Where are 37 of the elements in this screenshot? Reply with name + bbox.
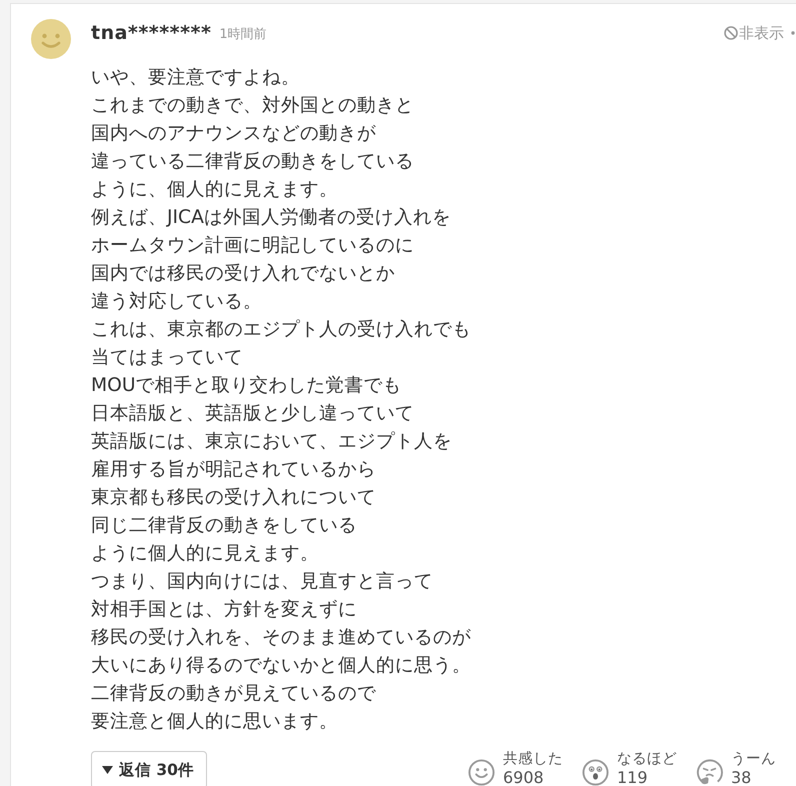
comment-line: ホームタウン計画に明記しているのに xyxy=(91,234,414,258)
comment-line: 大いにあり得るのでないかと個人的に思う。 xyxy=(91,654,471,678)
comment-line: いや、要注意ですよね。 xyxy=(91,66,300,90)
comment-line: 二律背反の動きが見えているので xyxy=(91,682,376,706)
dot-icon[interactable] xyxy=(791,31,795,35)
caret-icon xyxy=(102,766,113,774)
username: tna******** xyxy=(91,22,212,44)
reaction-button[interactable]: 共感した 6908 xyxy=(468,751,563,786)
comment-line: 雇用する旨が明記されているから xyxy=(91,458,376,482)
post-time: 1時間前 xyxy=(219,26,267,43)
comment-line: 東京都も移民の受け入れについて xyxy=(91,486,376,510)
comment-line: 要注意と個人的に思います。 xyxy=(91,710,338,734)
surprised-face-icon xyxy=(582,758,609,786)
comment-line: 日本語版と、英語版と少し違っていて xyxy=(91,402,414,426)
smile-face-icon xyxy=(468,758,495,786)
comment-line: これまでの動きで、対外国との動きと xyxy=(91,94,414,118)
comment-line: MOUで相手と取り交わした覚書でも xyxy=(91,374,402,398)
thinking-face-icon xyxy=(696,758,723,786)
comment-line: 違う対応している。 xyxy=(91,290,262,314)
replies-button[interactable]: 返信 30件 xyxy=(91,751,207,786)
comment-line: ように個人的に見えます。 xyxy=(91,542,319,566)
ban-icon xyxy=(724,26,738,40)
comment-line: 国内では移民の受け入れでないとか xyxy=(91,262,395,286)
reaction-button[interactable]: なるほど 119 xyxy=(582,751,677,786)
comment-line: 当てはまっていて xyxy=(91,346,243,370)
smiley-avatar-icon xyxy=(31,19,71,59)
comment-line: ように、個人的に見えます。 xyxy=(91,178,338,202)
comment-line: 同じ二律背反の動きをしている xyxy=(91,514,357,538)
comment-line: 英語版には、東京において、エジプト人を xyxy=(91,430,452,454)
reaction-button[interactable]: うーん 38 xyxy=(696,751,776,786)
comment-line: 対相手国とは、方針を変えずに xyxy=(91,598,357,622)
comment-line: 例えば、JICAは外国人労働者の受け入れを xyxy=(91,206,451,230)
comment-line: 国内へのアナウンスなどの動きが xyxy=(91,122,376,146)
comment-line: これは、東京都のエジプト人の受け入れでも xyxy=(91,318,471,342)
comment-line: つまり、国内向けには、見直すと言って xyxy=(91,570,433,594)
comment-line: 移民の受け入れを、そのまま進めているのが xyxy=(91,626,471,650)
comment-line: 違っている二律背反の動きをしている xyxy=(91,150,414,174)
